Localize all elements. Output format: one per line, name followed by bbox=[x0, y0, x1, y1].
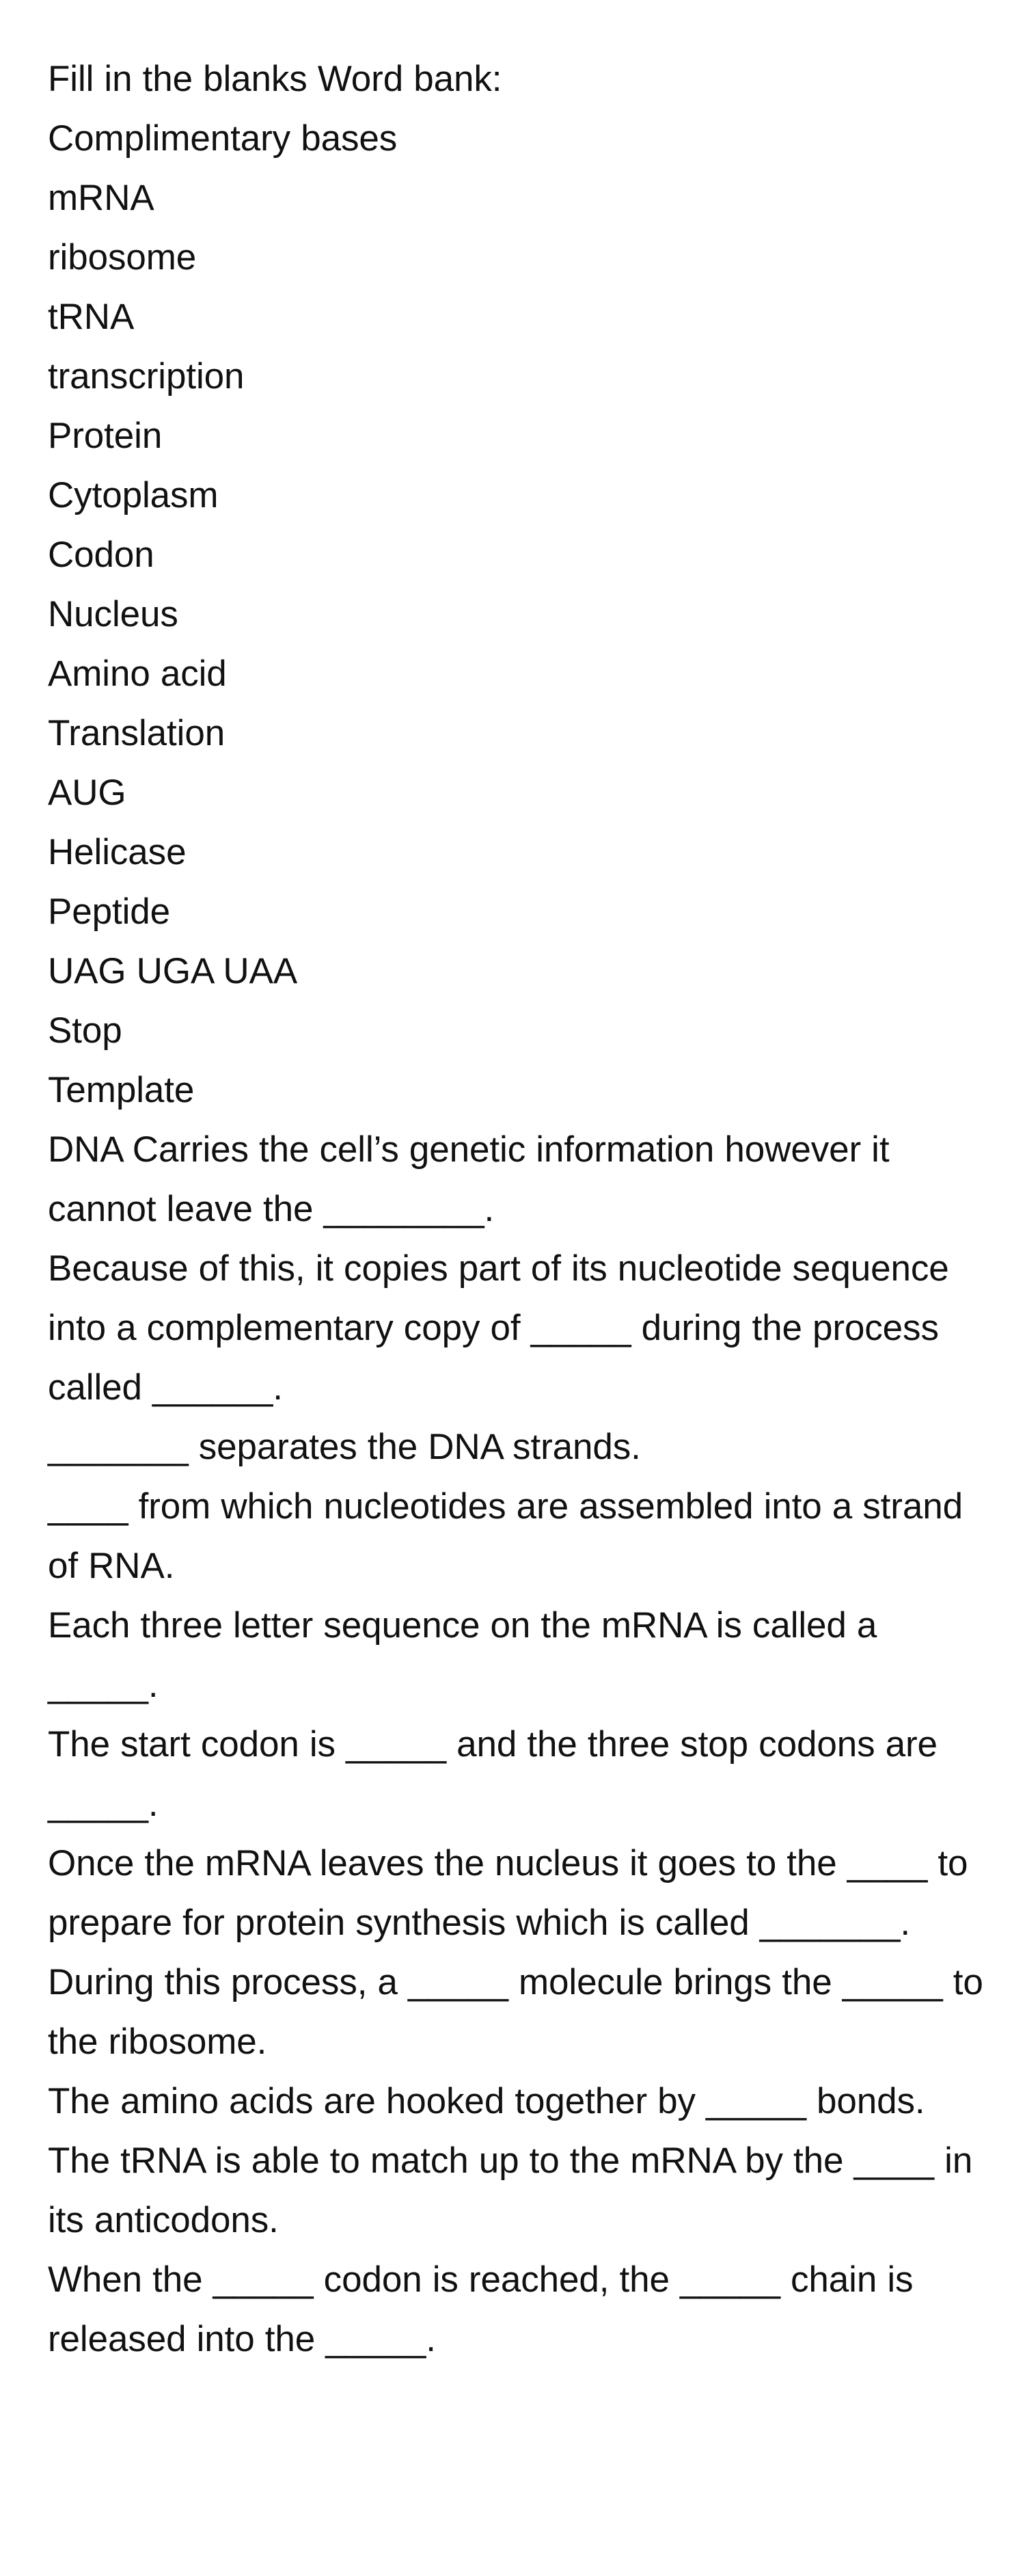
word-bank-item: transcription bbox=[48, 356, 245, 397]
fill-in-blank-sentence: The tRNA is able to match up to the mRNA… bbox=[48, 2141, 983, 2240]
fill-in-blank-sentence: Once the mRNA leaves the nucleus it goes… bbox=[48, 1843, 979, 1943]
fill-in-blank-sentence: DNA Carries the cell’s genetic informati… bbox=[48, 1129, 900, 1229]
word-bank-item: tRNA bbox=[48, 297, 135, 337]
fill-in-blank-sentence: During this process, a _____ molecule br… bbox=[48, 1962, 994, 2062]
word-bank-item: Helicase bbox=[48, 832, 187, 872]
worksheet-title: Fill in the blanks Word bank: bbox=[48, 59, 502, 99]
fill-in-blank-sentence: When the _____ codon is reached, the ___… bbox=[48, 2259, 924, 2359]
fill-in-blank-sentence: _______ separates the DNA strands. bbox=[48, 1427, 641, 1467]
word-bank-item: Template bbox=[48, 1070, 195, 1110]
word-bank-item: Cytoplasm bbox=[48, 475, 219, 515]
word-bank-item: Protein bbox=[48, 416, 163, 456]
word-bank-item: AUG bbox=[48, 773, 126, 813]
word-bank-item: Peptide bbox=[48, 891, 171, 932]
word-bank-item: Translation bbox=[48, 713, 226, 753]
word-bank-item: UAG UGA UAA bbox=[48, 951, 298, 991]
fill-in-blank-sentence: Because of this, it copies part of its n… bbox=[48, 1248, 959, 1408]
worksheet-content: Fill in the blanks Word bank: Compliment… bbox=[48, 49, 984, 2369]
word-bank-item: ribosome bbox=[48, 237, 197, 278]
fill-in-blank-sentence: The amino acids are hooked together by _… bbox=[48, 2081, 925, 2121]
worksheet-page: Fill in the blanks Word bank: Compliment… bbox=[0, 0, 1025, 2576]
word-bank-list: Complimentary bases mRNA ribosome tRNA t… bbox=[48, 109, 984, 1120]
word-bank-item: mRNA bbox=[48, 178, 154, 218]
word-bank-item: Complimentary bases bbox=[48, 118, 398, 159]
fill-in-blank-sentence: ____ from which nucleotides are assemble… bbox=[48, 1486, 974, 1586]
fill-in-blank-sentence: The start codon is _____ and the three s… bbox=[48, 1724, 948, 1824]
word-bank-item: Amino acid bbox=[48, 654, 227, 694]
word-bank-item: Nucleus bbox=[48, 594, 178, 634]
word-bank-item: Stop bbox=[48, 1010, 122, 1051]
word-bank-item: Codon bbox=[48, 535, 154, 575]
fill-in-blank-sentence: Each three letter sequence on the mRNA i… bbox=[48, 1605, 888, 1705]
